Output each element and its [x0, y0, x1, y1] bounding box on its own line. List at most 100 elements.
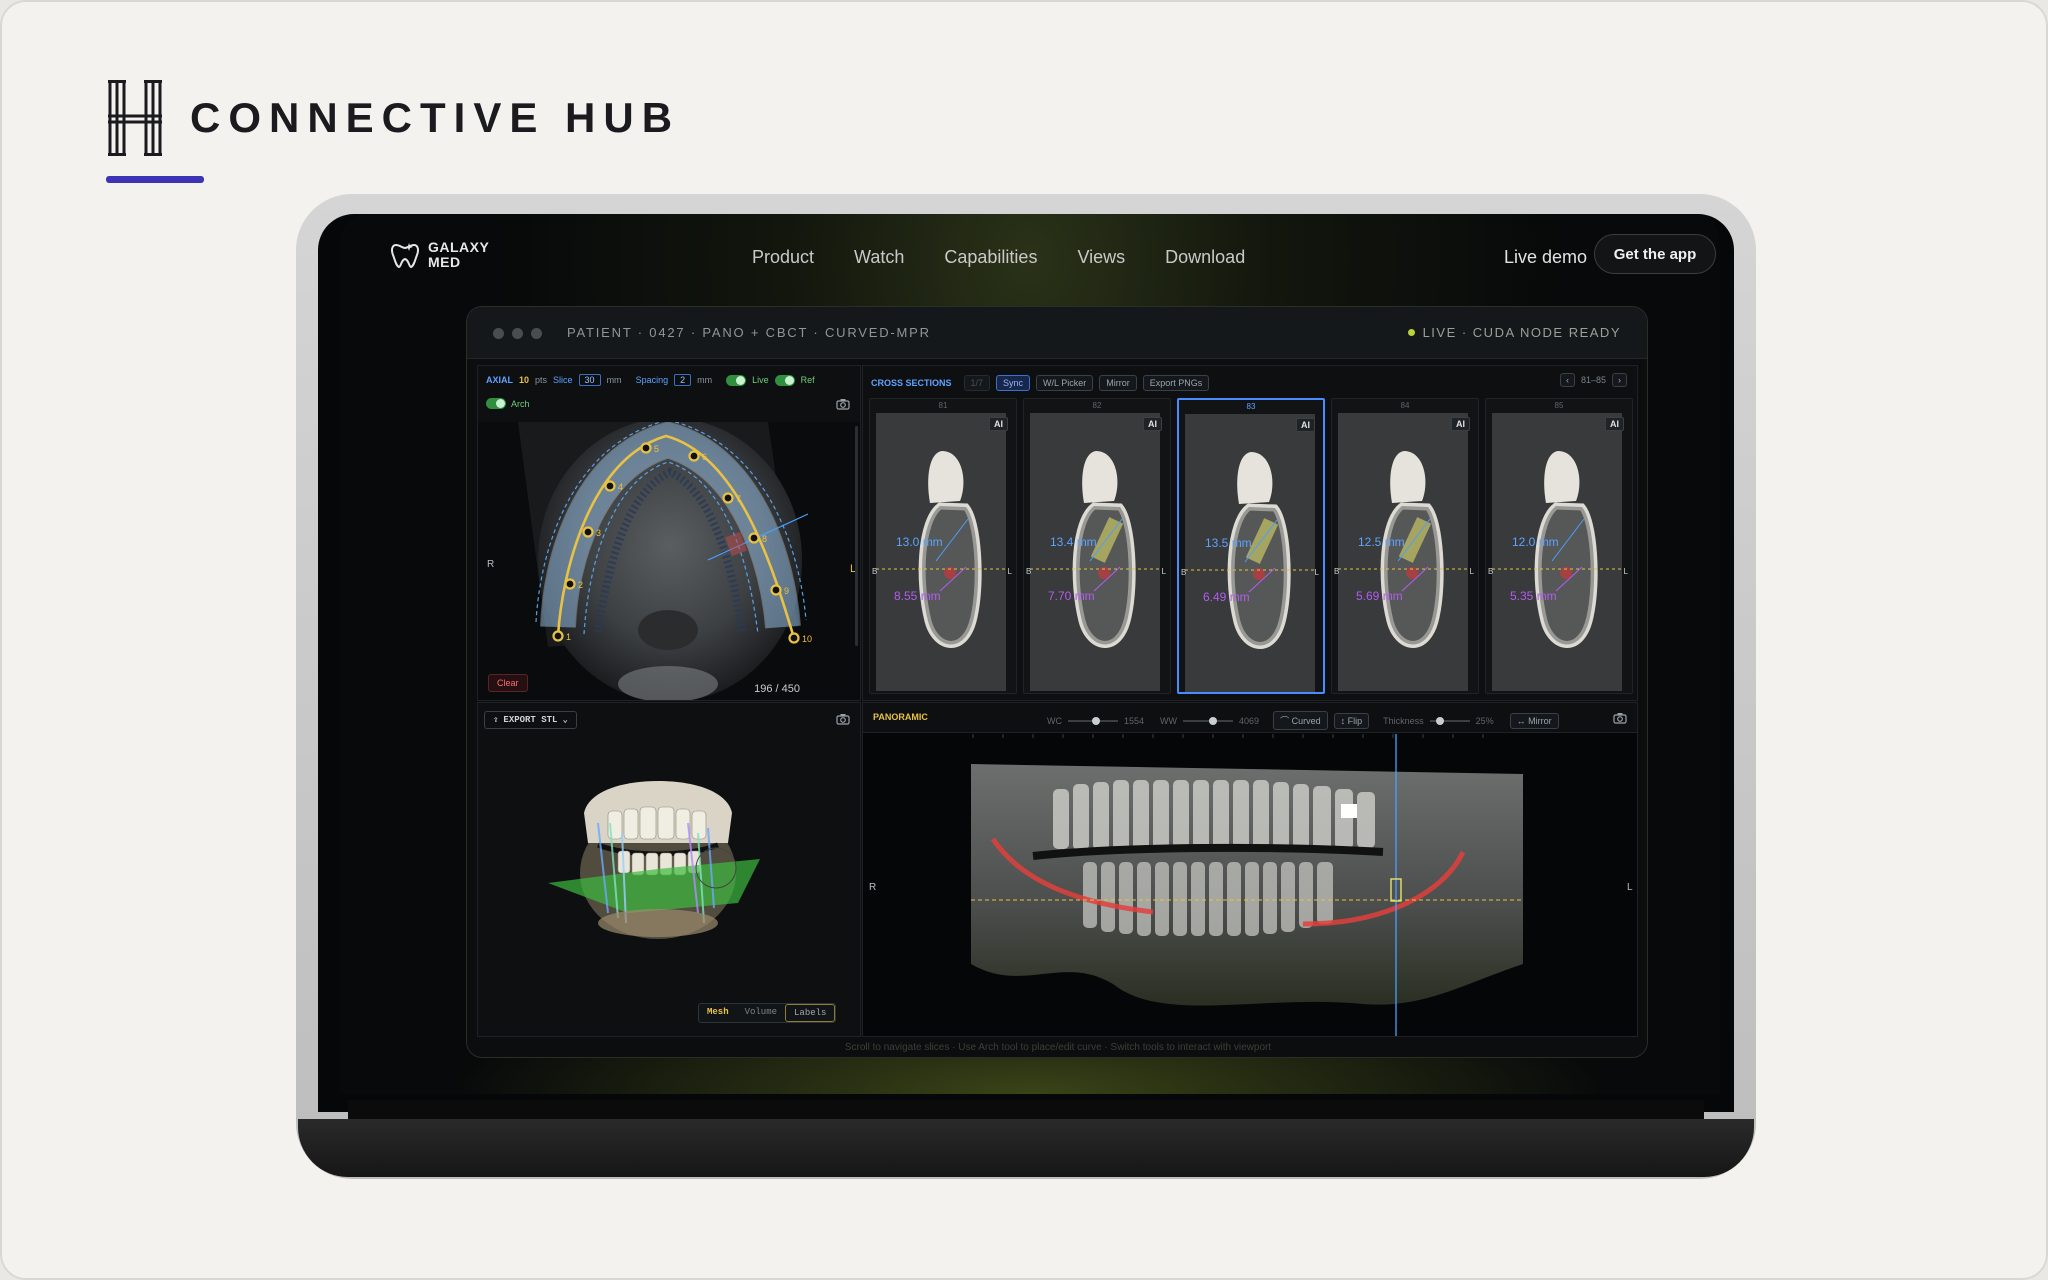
arch-point-label: 5: [654, 444, 659, 454]
ai-badge[interactable]: AI: [989, 417, 1008, 431]
bone-height-measurement: 13.4 mm: [1050, 535, 1097, 549]
nav-product[interactable]: Product: [752, 247, 814, 268]
export-stl-button[interactable]: ⇪ EXPORT STL ⌄: [484, 711, 577, 729]
arch-point[interactable]: [688, 450, 700, 462]
cross-section-82[interactable]: 82 AI B L 13.4 mm 7.70 mm: [1023, 398, 1171, 694]
ww-slider-thumb[interactable]: [1209, 716, 1218, 725]
arch-point[interactable]: [748, 532, 760, 544]
clear-button[interactable]: Clear: [488, 674, 528, 692]
app-window: PATIENT · 0427 · PANO + CBCT · CURVED-MP…: [466, 306, 1648, 1058]
arch-point[interactable]: [770, 584, 782, 596]
ai-badge[interactable]: AI: [1451, 417, 1470, 431]
bone-height-measurement: 12.5 mm: [1358, 535, 1405, 549]
flip-label: Flip: [1347, 715, 1363, 726]
cross-section-83[interactable]: 83 AI B L 13.5 mm 6.49 mm: [1177, 398, 1325, 694]
prev-slices-button[interactable]: ‹: [1559, 373, 1575, 387]
slice-input[interactable]: 30: [578, 374, 601, 386]
axial-pts-unit: pts: [535, 375, 548, 385]
sync-button[interactable]: Sync: [996, 375, 1031, 391]
arch-point[interactable]: [552, 630, 564, 642]
cross-count-chip: 1/7: [963, 375, 991, 391]
slice-range: 81–85: [1580, 375, 1606, 385]
panoramic-viewport[interactable]: R L: [863, 734, 1638, 1037]
arch-point[interactable]: [722, 492, 734, 504]
arch-point[interactable]: [640, 442, 652, 454]
wc-slider-thumb[interactable]: [1091, 716, 1100, 725]
model-3d-panel: ⇪ EXPORT STL ⌄ Mesh Volume Labels: [477, 702, 861, 1037]
tab-labels[interactable]: Labels: [785, 1004, 836, 1022]
axial-camera-icon[interactable]: [836, 398, 850, 410]
wl-picker-button[interactable]: W/L Picker: [1036, 375, 1094, 391]
live-demo-link[interactable]: Live demo: [1504, 247, 1587, 268]
curved-label: Curved: [1291, 716, 1321, 726]
arch-point-label: 3: [596, 528, 601, 538]
nav-download[interactable]: Download: [1165, 247, 1245, 268]
ai-badge[interactable]: AI: [1296, 418, 1315, 432]
axial-toolbar: AXIAL 10 pts Slice 30 mm Spacing 2 mm Li…: [486, 374, 815, 386]
thickness-slider[interactable]: [1429, 716, 1470, 725]
arch-point[interactable]: [788, 632, 800, 644]
arch-point[interactable]: [564, 578, 576, 590]
thickness-slider-thumb[interactable]: [1435, 716, 1444, 725]
get-the-app-button[interactable]: Get the app: [1594, 234, 1716, 274]
website-screen: GALAXY MED Product Watch Capabilities Vi…: [340, 214, 1720, 1094]
cross-section-id: 81: [938, 401, 948, 410]
app-titlebar: PATIENT · 0427 · PANO + CBCT · CURVED-MP…: [467, 307, 1647, 359]
wc-value: 1554: [1124, 715, 1145, 726]
axial-scrollbar[interactable]: [855, 426, 858, 646]
tab-volume[interactable]: Volume: [737, 1004, 785, 1022]
next-slices-button[interactable]: ›: [1612, 373, 1627, 387]
spacing-input[interactable]: 2: [674, 374, 692, 386]
arch-point-label: 6: [702, 452, 707, 462]
wc-label: WC: [1047, 715, 1062, 726]
patient-title: PATIENT · 0427 · PANO + CBCT · CURVED-MP…: [567, 325, 931, 340]
pano-camera-icon[interactable]: [1613, 712, 1627, 724]
cross-section-85[interactable]: 85 AI B L 12.0 mm 5.35 mm: [1485, 398, 1633, 694]
chevron-down-icon: ⌄: [562, 715, 568, 725]
nav-capabilities[interactable]: Capabilities: [944, 247, 1037, 268]
skull-3d-render[interactable]: [538, 773, 778, 943]
flip-button[interactable]: ↕ Flip: [1333, 712, 1370, 729]
arch-point[interactable]: [604, 480, 616, 492]
window-close-dot[interactable]: [493, 328, 504, 339]
cross-toolbar: CROSS SECTIONS 1/7 Sync W/L Picker Mirro…: [871, 375, 1210, 391]
axial-viewport[interactable]: 12345678910 R L 196 / 450: [478, 422, 861, 701]
cross-section-strip: 81 AI B L 13.0 mm 8.55 mm 82 AI B L 13.4…: [863, 398, 1637, 700]
cross-sections-label: CROSS SECTIONS: [871, 378, 952, 388]
cross-section-81[interactable]: 81 AI B L 13.0 mm 8.55 mm: [869, 398, 1017, 694]
arch-toggle[interactable]: [486, 398, 506, 409]
cross-section-id: 85: [1554, 401, 1564, 410]
tab-mesh[interactable]: Mesh: [699, 1004, 737, 1022]
mirror-button[interactable]: Mirror: [1099, 375, 1137, 391]
bone-height-measurement: 12.0 mm: [1512, 535, 1559, 549]
nav-watch[interactable]: Watch: [854, 247, 904, 268]
help-hint: Scroll to navigate slices · Use Arch too…: [844, 1042, 1272, 1053]
panoramic-panel: PANORAMIC WC 1554 WW 4069 ⌒ Curved ↕ Fli…: [862, 702, 1638, 1037]
arch-point[interactable]: [582, 526, 594, 538]
pano-side-r: R: [869, 882, 876, 893]
pano-mirror-button[interactable]: ↔ Mirror: [1509, 712, 1559, 729]
side-b: B: [1026, 567, 1032, 576]
cross-sections-panel: CROSS SECTIONS 1/7 Sync W/L Picker Mirro…: [862, 365, 1638, 701]
laptop-frame: GALAXY MED Product Watch Capabilities Vi…: [296, 194, 1756, 1179]
ai-badge[interactable]: AI: [1143, 417, 1162, 431]
axial-slice-counter: 196 / 450: [754, 683, 800, 695]
arch-point-label: 9: [784, 586, 789, 596]
window-minimize-dot[interactable]: [512, 328, 523, 339]
export-pngs-button[interactable]: Export PNGs: [1142, 375, 1210, 391]
cross-section-image: [1030, 413, 1160, 691]
curved-toggle[interactable]: ⌒ Curved: [1273, 711, 1328, 730]
galaxy-med-logo[interactable]: GALAXY MED: [390, 240, 489, 270]
window-maximize-dot[interactable]: [531, 328, 542, 339]
cross-section-84[interactable]: 84 AI B L 12.5 mm 5.69 mm: [1331, 398, 1479, 694]
logo-line-2: MED: [428, 254, 461, 270]
wc-slider[interactable]: [1068, 716, 1118, 725]
ref-toggle[interactable]: [774, 374, 795, 386]
nav-views[interactable]: Views: [1077, 247, 1125, 268]
model-camera-icon[interactable]: [836, 713, 850, 725]
live-toggle[interactable]: [726, 374, 747, 386]
cross-section-id: 84: [1400, 401, 1410, 410]
ai-badge[interactable]: AI: [1605, 417, 1624, 431]
ww-slider[interactable]: [1183, 716, 1234, 725]
nav-links: Product Watch Capabilities Views Downloa…: [752, 247, 1245, 268]
